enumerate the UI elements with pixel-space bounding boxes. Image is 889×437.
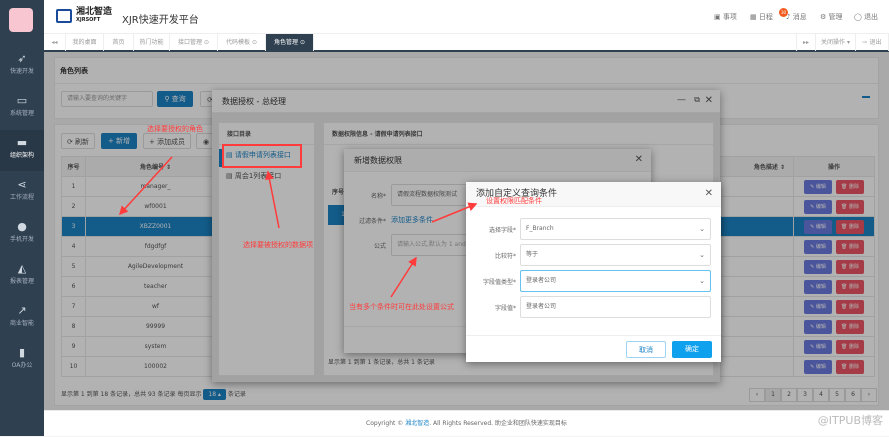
annotation-arrows bbox=[118, 156, 478, 298]
arrow-role bbox=[118, 156, 173, 216]
annotation-formula: 当有多个条件时可在此处设置公式 bbox=[349, 303, 454, 311]
arrow-condition bbox=[431, 202, 478, 223]
annotation-select-data: 选择要被授权的数据项 bbox=[243, 241, 313, 249]
annotation-select-role: 选择要授权的角色 bbox=[147, 125, 203, 133]
arrow-formula bbox=[390, 256, 417, 298]
arrow-api bbox=[265, 170, 280, 229]
annotation-condition: 设置权限匹配条件 bbox=[486, 197, 542, 205]
